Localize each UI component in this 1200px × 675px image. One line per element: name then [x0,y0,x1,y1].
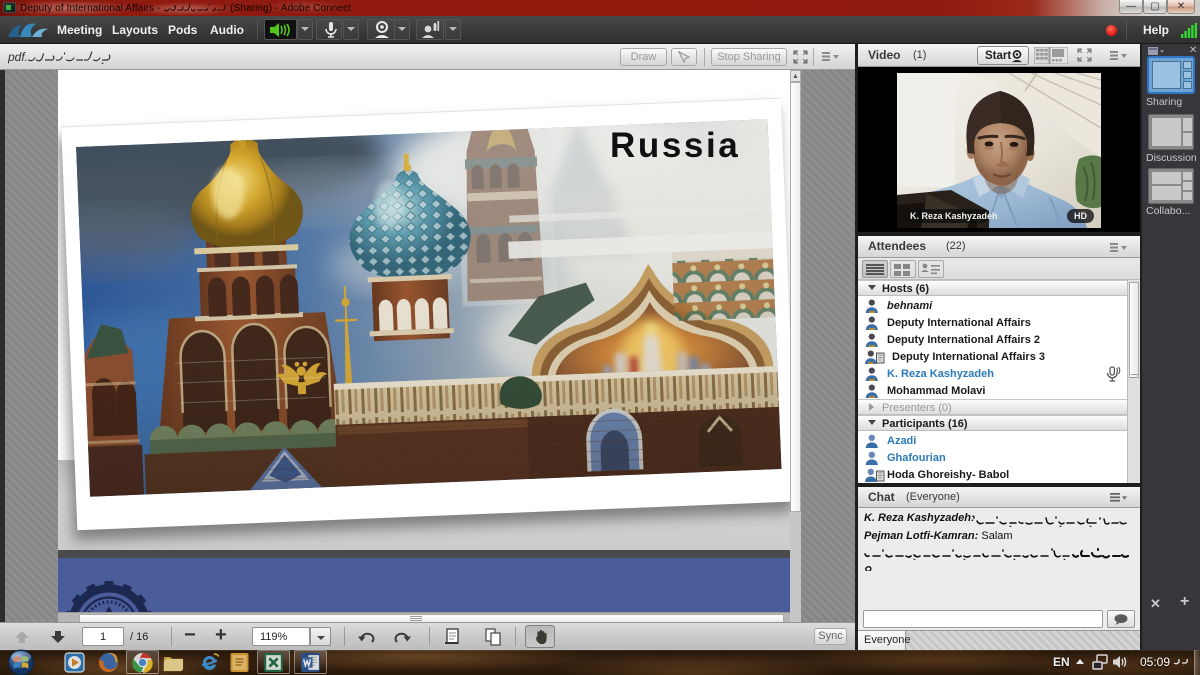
svg-text:pdf.: pdf. [8,50,28,64]
svg-text:HD: HD [1074,211,1087,221]
svg-text:K. Reza Kashyzadeh: K. Reza Kashyzadeh [910,211,998,221]
